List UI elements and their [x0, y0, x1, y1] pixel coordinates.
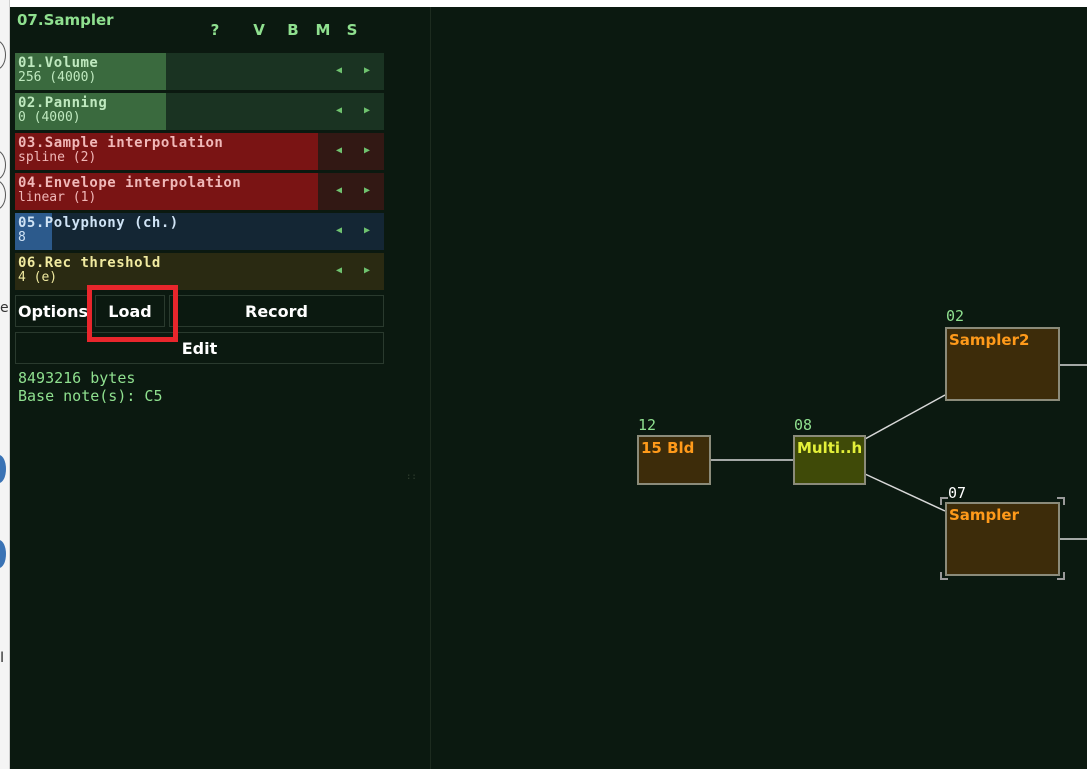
- options-button[interactable]: Options: [15, 295, 91, 327]
- edit-button[interactable]: Edit: [15, 332, 384, 364]
- decrement-arrow-icon[interactable]: ◀: [336, 65, 342, 76]
- panel-splitter[interactable]: ::: [387, 7, 431, 769]
- controller-row[interactable]: 01.Volume 256 (4000) ◀ ▶: [15, 53, 384, 90]
- increment-arrow-icon[interactable]: ▶: [364, 105, 370, 116]
- increment-arrow-icon[interactable]: ▶: [364, 145, 370, 156]
- selection-corner: [1057, 497, 1065, 505]
- selection-corner: [940, 497, 948, 505]
- decrement-arrow-icon[interactable]: ◀: [336, 225, 342, 236]
- selection-corner: [940, 572, 948, 580]
- module-id-02: 02: [946, 307, 965, 325]
- base-note-text: Base note(s): C5: [18, 387, 163, 405]
- controller-value: linear (1): [18, 190, 97, 205]
- controller-arrow-area: [320, 93, 384, 130]
- decrement-arrow-icon[interactable]: ◀: [336, 265, 342, 276]
- controller-name: 02.Panning: [18, 95, 108, 111]
- edge-letter: I: [0, 650, 5, 666]
- load-highlight-box: [87, 285, 178, 342]
- controller-arrow-area: [320, 133, 384, 170]
- decrement-arrow-icon[interactable]: ◀: [336, 105, 342, 116]
- controller-arrow-area: [320, 173, 384, 210]
- module-sampler2[interactable]: Sampler2: [945, 327, 1060, 401]
- sample-size-text: 8493216 bytes: [18, 369, 136, 387]
- module-multi[interactable]: Multi..h: [793, 435, 866, 485]
- help-button[interactable]: ?: [205, 21, 225, 39]
- module-name: Sampler2: [949, 331, 1030, 349]
- controller-row[interactable]: 04.Envelope interpolation linear (1) ◀ ▶: [15, 173, 384, 210]
- module-name: Sampler: [949, 506, 1020, 524]
- visualizer-button[interactable]: V: [249, 21, 269, 39]
- edge-arc-shape: [0, 40, 6, 70]
- controller-value: 256 (4000): [18, 70, 97, 85]
- sampler-panel: 07.Sampler ? V B M S 01.Volume 256 (4000)…: [10, 7, 387, 769]
- controller-row[interactable]: 05.Polyphony (ch.) 8 ◀ ▶: [15, 213, 384, 250]
- controller-value: 0 (4000): [18, 110, 81, 125]
- controller-arrow-area: [320, 253, 384, 290]
- controller-name: 06.Rec threshold: [18, 255, 161, 271]
- controller-name: 03.Sample interpolation: [18, 135, 224, 151]
- controller-arrow-area: [320, 53, 384, 90]
- selection-corner: [1057, 572, 1065, 580]
- panel-title: 07.Sampler: [17, 11, 114, 29]
- edge-letter: e: [0, 300, 9, 316]
- edge-blue-dot: [0, 455, 6, 483]
- controller-value: 4 (e): [18, 270, 58, 285]
- bypass-button[interactable]: B: [283, 21, 303, 39]
- background-window-edge: e I: [0, 0, 10, 769]
- decrement-arrow-icon[interactable]: ◀: [336, 145, 342, 156]
- controller-name: 05.Polyphony (ch.): [18, 215, 179, 231]
- mute-button[interactable]: M: [313, 21, 333, 39]
- module-name: Multi..h: [797, 439, 863, 457]
- controller-value: 8: [18, 230, 26, 245]
- splitter-grip-icon: ::: [406, 472, 417, 482]
- record-button[interactable]: Record: [169, 295, 384, 327]
- module-name: 15 Bld: [641, 439, 695, 457]
- increment-arrow-icon[interactable]: ▶: [364, 265, 370, 276]
- module-15-bld[interactable]: 15 Bld: [637, 435, 711, 485]
- module-id-07: 07: [948, 484, 967, 502]
- edge-arc-shape: [0, 150, 6, 180]
- wire-multi-sampler: [864, 473, 946, 512]
- increment-arrow-icon[interactable]: ▶: [364, 225, 370, 236]
- controller-row[interactable]: 02.Panning 0 (4000) ◀ ▶: [15, 93, 384, 130]
- controller-name: 01.Volume: [18, 55, 99, 71]
- module-id-12: 12: [638, 416, 657, 434]
- edge-blue-dot: [0, 540, 6, 568]
- decrement-arrow-icon[interactable]: ◀: [336, 185, 342, 196]
- controller-row[interactable]: 03.Sample interpolation spline (2) ◀ ▶: [15, 133, 384, 170]
- module-sampler-selected[interactable]: Sampler: [945, 502, 1060, 576]
- solo-button[interactable]: S: [342, 21, 362, 39]
- module-canvas[interactable]: 12 15 Bld 08 Multi..h 02 Sampler2 07 Sam…: [431, 7, 1087, 769]
- controller-value: spline (2): [18, 150, 97, 165]
- edge-arc-shape: [0, 180, 6, 210]
- wire-multi-sampler2: [864, 394, 946, 440]
- module-workspace: :: 12345678 12 15 Bld 08 Multi..h 02 Sam…: [387, 7, 1087, 769]
- module-id-08: 08: [794, 416, 813, 434]
- controller-name: 04.Envelope interpolation: [18, 175, 242, 191]
- increment-arrow-icon[interactable]: ▶: [364, 185, 370, 196]
- controller-arrow-area: [320, 213, 384, 250]
- increment-arrow-icon[interactable]: ▶: [364, 65, 370, 76]
- controller-row[interactable]: 06.Rec threshold 4 (e) ◀ ▶: [15, 253, 384, 290]
